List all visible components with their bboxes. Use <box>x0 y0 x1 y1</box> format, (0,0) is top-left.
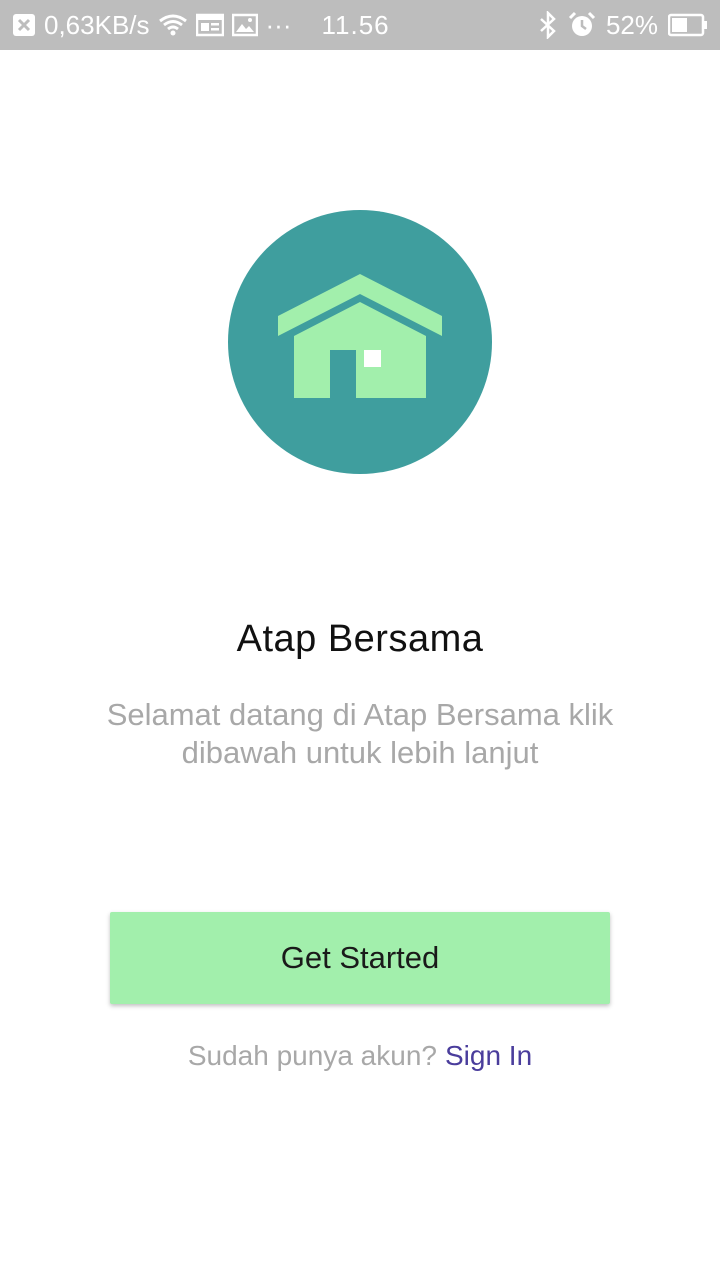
house-icon <box>228 210 492 474</box>
clock: 11.56 <box>321 9 390 40</box>
battery-icon <box>668 13 708 37</box>
status-bar-right: 52% <box>528 10 708 41</box>
close-notification-icon <box>12 13 36 37</box>
bluetooth-icon <box>538 11 558 39</box>
app-title: Atap Bersama <box>236 618 484 660</box>
status-bar-left: 0,63KB/s ··· 11.56 <box>12 10 398 41</box>
welcome-subtitle: Selamat datang di Atap Bersama klik diba… <box>60 696 660 772</box>
calendar-icon <box>195 13 224 37</box>
signin-row: Sudah punya akun? Sign In <box>0 1040 720 1072</box>
more-notifications: ··· <box>265 9 292 40</box>
signin-prompt: Sudah punya akun? <box>187 1040 437 1071</box>
app-logo <box>228 210 492 474</box>
image-icon <box>231 13 258 37</box>
battery-percent: 52% <box>605 9 658 40</box>
wifi-icon <box>158 13 188 37</box>
welcome-subtitle-line-1: Selamat datang di Atap Bersama klik <box>106 697 614 732</box>
network-speed: 0,63KB/s <box>44 9 150 40</box>
signin-link[interactable]: Sign In <box>445 1040 532 1071</box>
get-started-button[interactable]: Get Started <box>110 912 610 1004</box>
alarm-icon <box>568 11 596 39</box>
welcome-subtitle-line-2: dibawah untuk lebih lanjut <box>181 735 539 770</box>
status-bar: 0,63KB/s ··· 11.56 52% <box>0 0 720 50</box>
